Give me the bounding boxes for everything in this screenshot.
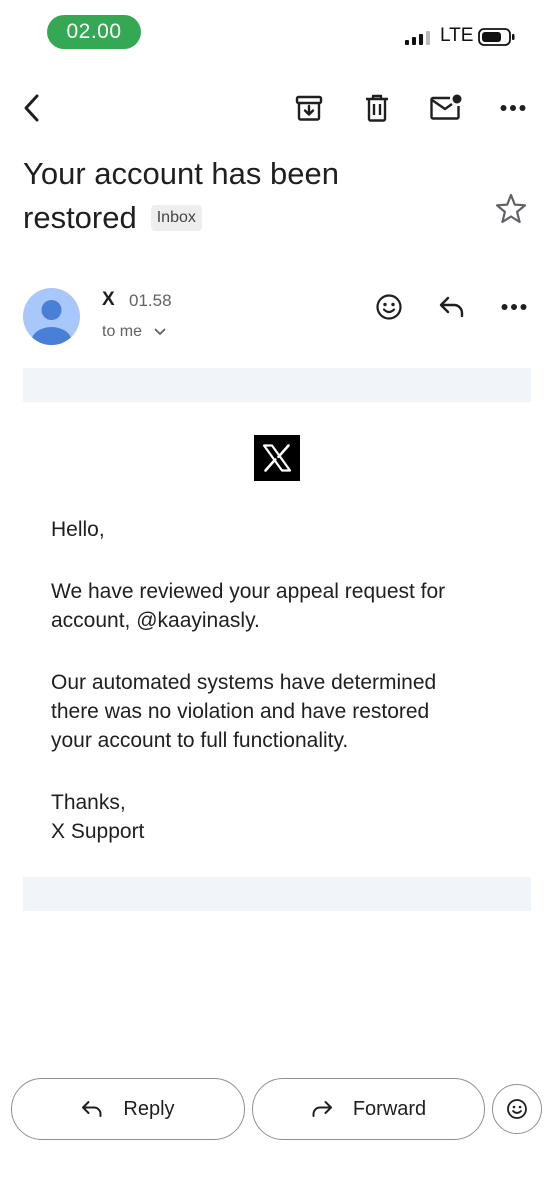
subject-line-2: restored (23, 200, 137, 235)
body-paragraph-2-line-2: there was no violation and have restored (51, 700, 430, 723)
x-logo-icon (254, 435, 300, 481)
more-vert-icon[interactable] (491, 80, 535, 136)
signoff: Thanks, (51, 791, 126, 814)
trash-icon[interactable] (355, 80, 399, 136)
body-paragraph-1-line-2: account, @kaayinasly. (51, 609, 260, 632)
signature: X Support (51, 820, 145, 843)
forward-icon (311, 1100, 333, 1118)
body-paragraph-1: We have reviewed your appeal request for… (51, 577, 511, 635)
sent-time: 01.58 (129, 291, 172, 310)
email-body-band-bottom (23, 877, 531, 911)
body-paragraph-2-line-3: your account to full functionality. (51, 729, 349, 752)
subject-line-2-row: restored Inbox (23, 196, 473, 240)
sender-name: X (102, 289, 115, 310)
email-body-band-top (23, 368, 531, 402)
back-arrow-icon[interactable] (10, 80, 54, 136)
add-reaction-icon[interactable] (369, 287, 409, 327)
reply-button-label: Reply (123, 1097, 175, 1120)
subject-line-1: Your account has been (23, 156, 339, 191)
body-paragraph-2: Our automated systems have determined th… (51, 668, 511, 755)
status-time: 02.00 (47, 15, 141, 49)
body-paragraph-1-line-1: We have reviewed your appeal request for (51, 580, 446, 603)
reply-icon (81, 1100, 103, 1118)
forward-button[interactable]: Forward (252, 1078, 485, 1140)
more-vert-icon[interactable] (494, 287, 534, 327)
signal-icon (405, 31, 430, 45)
reply-button[interactable]: Reply (11, 1078, 245, 1140)
mark-unread-icon[interactable] (424, 80, 468, 136)
sender-avatar[interactable] (23, 288, 80, 345)
status-bar: 02.00 LTE (0, 0, 554, 70)
signoff-block: Thanks, X Support (51, 788, 511, 846)
star-icon[interactable] (494, 192, 528, 226)
inbox-label-chip[interactable]: Inbox (150, 205, 202, 231)
battery-icon (478, 28, 515, 46)
emoji-reaction-button[interactable] (492, 1084, 542, 1134)
forward-button-label: Forward (352, 1097, 427, 1120)
email-subject: Your account has been restored Inbox (23, 152, 473, 240)
chevron-down-icon (154, 328, 166, 335)
email-toolbar (0, 80, 554, 136)
email-body: Hello, We have reviewed your appeal requ… (51, 515, 511, 879)
greeting: Hello, (51, 518, 105, 541)
network-type: LTE (440, 25, 474, 46)
recipient-toggle[interactable]: to me (102, 323, 166, 341)
recipient-label: to me (102, 323, 143, 340)
body-paragraph-2-line-1: Our automated systems have determined (51, 671, 437, 694)
reply-icon[interactable] (432, 287, 472, 327)
smiley-icon (507, 1099, 527, 1119)
archive-icon[interactable] (287, 80, 331, 136)
